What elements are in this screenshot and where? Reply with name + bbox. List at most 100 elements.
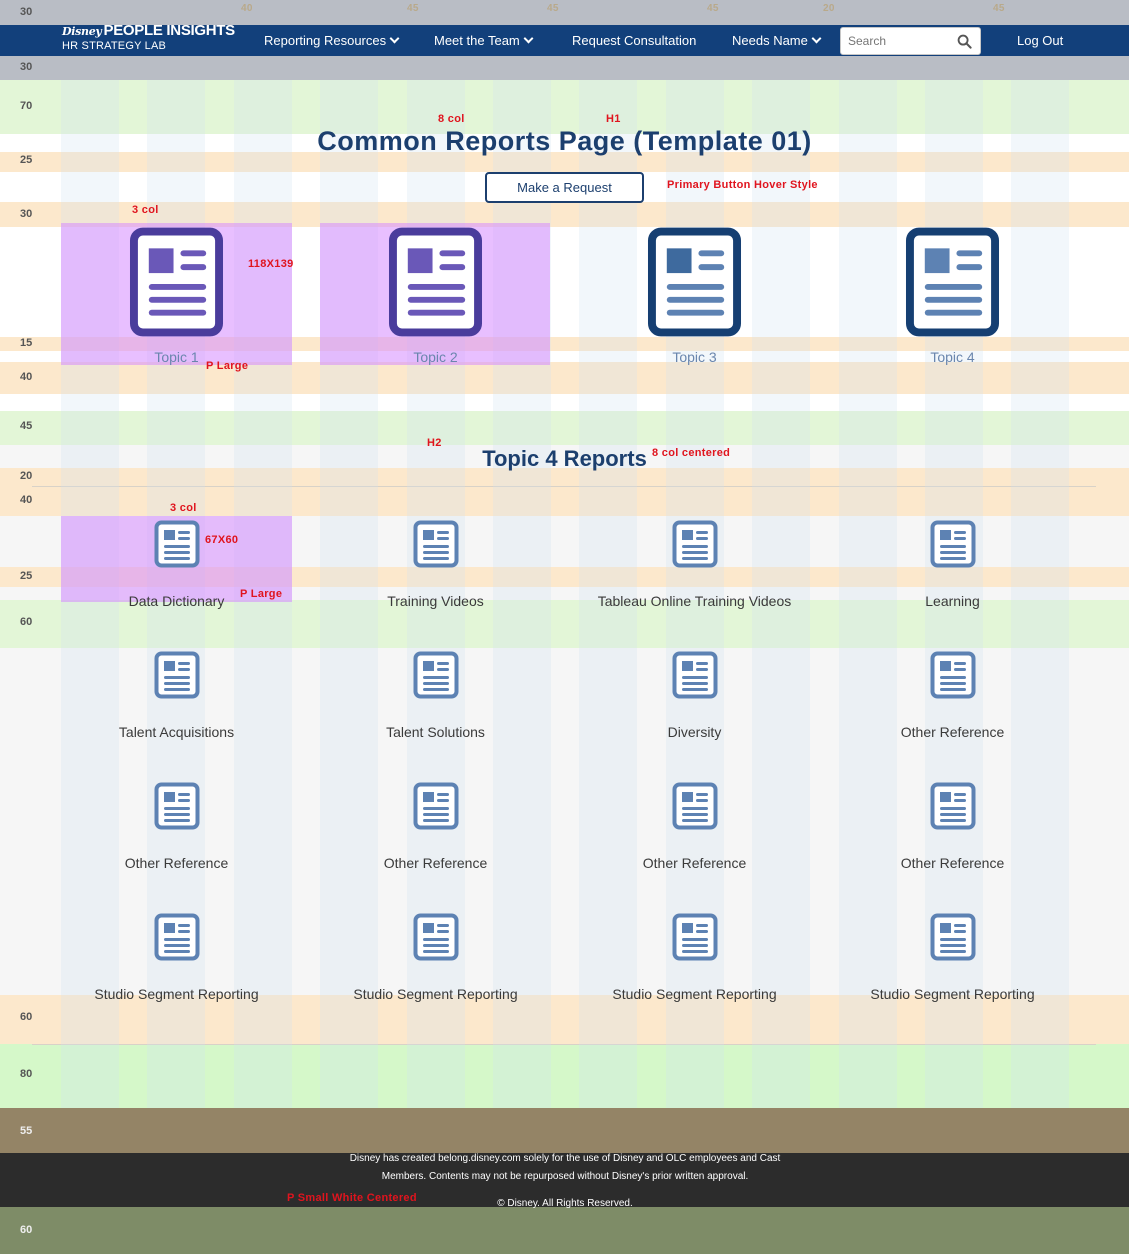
ruler-label: 20 (823, 3, 835, 14)
report-label: Other Reference (383, 855, 488, 871)
report-label: Studio Segment Reporting (870, 986, 1035, 1002)
nav-label: Reporting Resources (264, 33, 387, 48)
report-document-icon (413, 913, 458, 961)
report-document-icon (672, 782, 717, 830)
topic-card-2[interactable]: Topic 2 (320, 227, 551, 367)
topic-label: Topic 3 (672, 349, 717, 365)
report-item[interactable]: Other Reference (61, 782, 292, 871)
brand-logo[interactable]: Disney PEOPLE INSIGHTS HR STRATEGY LAB (62, 22, 235, 52)
report-item[interactable]: Studio Segment Reporting (61, 913, 292, 1002)
report-item[interactable]: Talent Solutions (320, 651, 551, 740)
ruler-label: 45 (547, 3, 559, 14)
report-document-icon (154, 782, 199, 830)
footer-bottom: 60 (0, 1207, 1129, 1254)
spacing-label: 30 (20, 208, 33, 220)
nav-reporting-resources[interactable]: Reporting Resources (264, 33, 400, 48)
report-document-icon (930, 913, 975, 961)
footer-disclaimer-line-2: Members. Contents may not be repurposed … (381, 1171, 749, 1182)
spacing-label: 55 (20, 1125, 33, 1137)
spacing-band: 45 (0, 411, 1129, 445)
topic-label: Topic 2 (413, 349, 458, 365)
report-document-icon (930, 651, 975, 699)
spacing-band (0, 394, 1129, 411)
report-document-icon (154, 913, 199, 961)
topic-card-1[interactable]: Topic 1 (61, 227, 292, 367)
spacing-label: 60 (20, 616, 33, 628)
report-label: Diversity (667, 724, 722, 740)
brand-subtitle: HR STRATEGY LAB (62, 40, 167, 52)
spacing-band: 80 (0, 1044, 1129, 1108)
logout-label: Log Out (1017, 33, 1064, 48)
spacing-label: 45 (20, 420, 33, 432)
annotation: H1 (606, 113, 621, 125)
search-icon[interactable] (957, 34, 972, 49)
topic-card-4[interactable]: Topic 4 (837, 227, 1068, 367)
nav-label: Meet the Team (434, 33, 520, 48)
nav-label: Request Consultation (572, 33, 697, 48)
spacing-label: 60 (20, 1224, 33, 1236)
report-label: Other Reference (642, 855, 747, 871)
report-document-icon (672, 651, 717, 699)
report-item[interactable]: Other Reference (579, 782, 810, 871)
chevron-down-icon (811, 33, 822, 44)
page-title: Common Reports Page (Template 01) (317, 126, 812, 156)
topic-label: Topic 4 (930, 349, 975, 365)
spacing-label: 30 (20, 61, 33, 73)
report-label: Tableau Online Training Videos (597, 593, 792, 609)
nav-meet-the-team[interactable]: Meet the Team (434, 33, 534, 48)
report-item[interactable]: Other Reference (320, 782, 551, 871)
report-document-icon (129, 227, 224, 337)
report-document-icon (930, 520, 975, 568)
report-document-icon (930, 782, 975, 830)
report-document-icon (413, 651, 458, 699)
report-item[interactable]: Other Reference (837, 782, 1068, 871)
report-document-icon (413, 782, 458, 830)
spacing-label: 70 (20, 100, 33, 112)
report-item[interactable]: Studio Segment Reporting (837, 913, 1068, 1002)
report-item[interactable]: Other Reference (837, 651, 1068, 740)
spacing-label: 25 (20, 570, 33, 582)
annotation: 118X139 (248, 258, 294, 270)
report-document-icon (672, 913, 717, 961)
annotation: 8 col (438, 113, 465, 125)
search-box (840, 27, 981, 55)
report-item[interactable]: Tableau Online Training Videos (579, 520, 810, 609)
report-label: Learning (925, 593, 980, 609)
nav-label: Needs Name (732, 33, 808, 48)
report-label: Talent Acquisitions (118, 724, 235, 740)
report-item[interactable]: Learning (837, 520, 1068, 609)
spacing-label: 15 (20, 337, 33, 349)
spacing-label: 40 (20, 371, 33, 383)
annotation: P Large (206, 360, 249, 372)
divider (32, 486, 1096, 487)
report-item[interactable]: Talent Acquisitions (61, 651, 292, 740)
make-request-button[interactable]: Make a Request (485, 172, 644, 203)
search-input[interactable] (841, 28, 951, 54)
report-document-icon (905, 227, 1000, 337)
divider (32, 1044, 1096, 1045)
ruler-label: 45 (407, 3, 419, 14)
report-item[interactable]: Studio Segment Reporting (579, 913, 810, 1002)
report-label: Studio Segment Reporting (94, 986, 259, 1002)
report-label: Other Reference (900, 724, 1005, 740)
report-label: Training Videos (387, 593, 484, 609)
nav-needs-name[interactable]: Needs Name (732, 33, 822, 48)
annotation: 3 col (132, 204, 159, 216)
spacing-label: 60 (20, 1011, 33, 1023)
report-item[interactable]: Training Videos (320, 520, 551, 609)
annotation: Primary Button Hover Style (667, 179, 818, 191)
report-label: Studio Segment Reporting (612, 986, 777, 1002)
report-label: Other Reference (124, 855, 229, 871)
section-title: Topic 4 Reports (482, 446, 647, 471)
topic-label: Topic 1 (154, 349, 199, 365)
annotation: P Small White Centered (287, 1192, 417, 1204)
spacing-label: 30 (20, 6, 33, 18)
ruler-label: 45 (993, 3, 1005, 14)
logout-link[interactable]: Log Out (1017, 33, 1063, 48)
annotation: 67X60 (205, 534, 239, 546)
report-label: Other Reference (900, 855, 1005, 871)
report-item[interactable]: Diversity (579, 651, 810, 740)
nav-request-consultation[interactable]: Request Consultation (572, 33, 696, 48)
topic-card-3[interactable]: Topic 3 (579, 227, 810, 367)
report-item[interactable]: Studio Segment Reporting (320, 913, 551, 1002)
